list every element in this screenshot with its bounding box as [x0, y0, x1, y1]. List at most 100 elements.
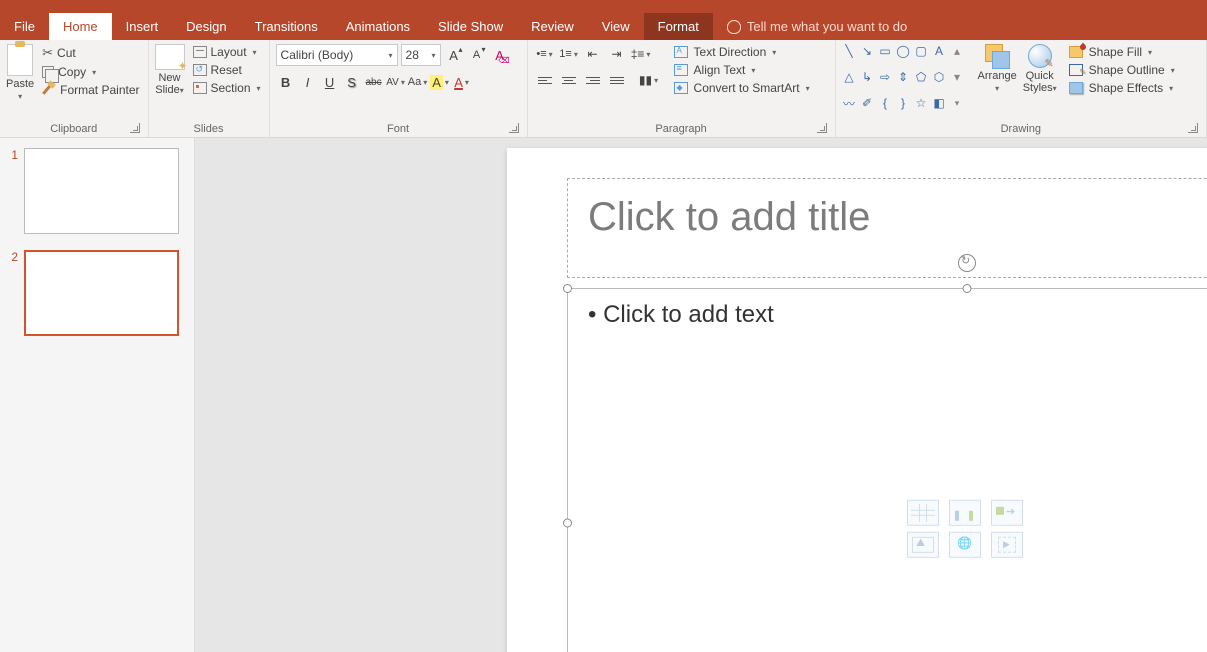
- font-dialog-launcher[interactable]: [509, 123, 519, 133]
- insert-online-picture-icon[interactable]: [949, 532, 981, 558]
- align-right-button[interactable]: [582, 70, 604, 90]
- arrange-button[interactable]: Arrange▾: [978, 44, 1017, 121]
- shape-line-arrow[interactable]: ↘: [860, 44, 875, 57]
- shape-rect[interactable]: ▭: [878, 44, 893, 57]
- tab-view[interactable]: View: [588, 13, 644, 40]
- shape-hexagon[interactable]: ⬡: [932, 70, 947, 83]
- shape-fill-button[interactable]: Shape Fill▾: [1067, 44, 1177, 60]
- tab-format[interactable]: Format: [644, 13, 713, 40]
- underline-button[interactable]: U: [320, 72, 340, 92]
- paragraph-dialog-launcher[interactable]: [817, 123, 827, 133]
- shape-arrow-updown[interactable]: ⇕: [896, 70, 911, 83]
- tab-review[interactable]: Review: [517, 13, 588, 40]
- resize-handle-l[interactable]: [563, 519, 572, 528]
- decrease-font-button[interactable]: A▾: [467, 45, 487, 65]
- slide-canvas-area[interactable]: Click to add title Click to add text: [195, 138, 1207, 652]
- shape-elbow[interactable]: ↳: [860, 70, 875, 83]
- copy-button[interactable]: Copy▾: [40, 64, 141, 80]
- new-slide-icon: [155, 44, 185, 70]
- gallery-scroll-up[interactable]: ▴: [950, 44, 965, 57]
- align-left-button[interactable]: [534, 70, 556, 90]
- increase-indent-button[interactable]: ⇥: [606, 44, 628, 64]
- shape-pentagon[interactable]: ⬠: [914, 70, 929, 83]
- columns-button[interactable]: ▮▮▾: [638, 70, 660, 90]
- align-text-button[interactable]: Align Text▾: [672, 62, 812, 78]
- char-spacing-button[interactable]: AV▾: [386, 72, 406, 92]
- resize-handle-t[interactable]: [963, 284, 972, 293]
- shape-arrow-right[interactable]: ⇨: [878, 70, 893, 83]
- shape-effects-button[interactable]: Shape Effects▾: [1067, 80, 1177, 96]
- tab-insert[interactable]: Insert: [112, 13, 173, 40]
- tab-home[interactable]: Home: [49, 13, 112, 40]
- shape-line[interactable]: ╲: [842, 44, 857, 57]
- tab-animations[interactable]: Animations: [332, 13, 424, 40]
- rotate-handle[interactable]: [958, 254, 976, 272]
- shape-brace-l[interactable]: {: [878, 97, 893, 110]
- slide-thumbnail-1[interactable]: [24, 148, 179, 234]
- numbering-button[interactable]: 1≡▾: [558, 44, 580, 64]
- align-center-button[interactable]: [558, 70, 580, 90]
- resize-handle-tl[interactable]: [563, 284, 572, 293]
- increase-font-button[interactable]: A▴: [444, 45, 464, 65]
- insert-smartart-icon[interactable]: [991, 500, 1023, 526]
- brush-icon: [42, 83, 56, 97]
- italic-button[interactable]: I: [298, 72, 318, 92]
- paste-button[interactable]: Paste▾: [6, 44, 34, 121]
- section-button[interactable]: Section▾: [191, 80, 263, 96]
- layout-button[interactable]: Layout▾: [191, 44, 263, 60]
- reset-button[interactable]: Reset: [191, 62, 263, 78]
- insert-chart-icon[interactable]: [949, 500, 981, 526]
- paragraph-group-label: Paragraph: [655, 123, 706, 135]
- font-size-combo[interactable]: 28▾: [401, 44, 441, 66]
- insert-picture-icon[interactable]: [907, 532, 939, 558]
- convert-smartart-button[interactable]: Convert to SmartArt▾: [672, 80, 812, 96]
- justify-button[interactable]: [606, 70, 628, 90]
- change-case-button[interactable]: Aa▾: [408, 72, 428, 92]
- format-painter-button[interactable]: Format Painter: [40, 82, 141, 98]
- clear-formatting-button[interactable]: A⌫: [490, 45, 510, 65]
- new-slide-button[interactable]: New Slide▾: [155, 44, 185, 121]
- shape-callout[interactable]: ◧: [932, 97, 947, 110]
- shape-outline-button[interactable]: Shape Outline▾: [1067, 62, 1177, 78]
- highlight-button[interactable]: A▾: [430, 72, 450, 92]
- title-placeholder-text: Click to add title: [588, 195, 870, 239]
- clipboard-dialog-launcher[interactable]: [130, 123, 140, 133]
- insert-video-icon[interactable]: [991, 532, 1023, 558]
- shape-curve[interactable]: 〰: [842, 97, 857, 110]
- align-text-icon: [674, 64, 688, 76]
- smartart-icon: [674, 82, 688, 94]
- thumb-number-2: 2: [8, 250, 18, 264]
- cut-button[interactable]: ✂Cut: [40, 44, 141, 62]
- shape-rounded-rect[interactable]: ▢: [914, 44, 929, 57]
- font-name-combo[interactable]: Calibri (Body)▾: [276, 44, 398, 66]
- shape-triangle[interactable]: △: [842, 70, 857, 83]
- gallery-more[interactable]: ▾: [950, 97, 965, 110]
- slide[interactable]: Click to add title Click to add text: [507, 148, 1207, 652]
- title-placeholder[interactable]: Click to add title: [567, 178, 1207, 278]
- quick-styles-button[interactable]: Quick Styles▾: [1023, 44, 1057, 121]
- insert-table-icon[interactable]: [907, 500, 939, 526]
- text-direction-button[interactable]: Text Direction▾: [672, 44, 812, 60]
- tell-me[interactable]: Tell me what you want to do: [713, 13, 921, 40]
- bold-button[interactable]: B: [276, 72, 296, 92]
- shape-textbox[interactable]: A: [932, 44, 947, 57]
- shapes-gallery[interactable]: ╲ ↘ ▭ ◯ ▢ A ▴ △ ↳ ⇨ ⇕ ⬠ ⬡ ▾ 〰 ✐ { } ☆ ◧: [842, 44, 966, 121]
- shape-freeform[interactable]: ✐: [860, 97, 875, 110]
- shadow-button[interactable]: S: [342, 72, 362, 92]
- bullets-button[interactable]: •≡▾: [534, 44, 556, 64]
- tab-transitions[interactable]: Transitions: [241, 13, 332, 40]
- shape-star[interactable]: ☆: [914, 97, 929, 110]
- font-color-button[interactable]: A▾: [452, 72, 472, 92]
- decrease-indent-button[interactable]: ⇤: [582, 44, 604, 64]
- shape-oval[interactable]: ◯: [896, 44, 911, 57]
- tab-file[interactable]: File: [0, 13, 49, 40]
- tab-slideshow[interactable]: Slide Show: [424, 13, 517, 40]
- tab-design[interactable]: Design: [172, 13, 240, 40]
- slide-thumbnail-2[interactable]: [24, 250, 179, 336]
- line-spacing-button[interactable]: ‡≡▾: [630, 44, 652, 64]
- strikethrough-button[interactable]: abc: [364, 72, 384, 92]
- drawing-dialog-launcher[interactable]: [1188, 123, 1198, 133]
- shape-brace-r[interactable]: }: [896, 97, 911, 110]
- content-placeholder[interactable]: Click to add text: [567, 288, 1207, 652]
- gallery-scroll-down[interactable]: ▾: [950, 70, 965, 83]
